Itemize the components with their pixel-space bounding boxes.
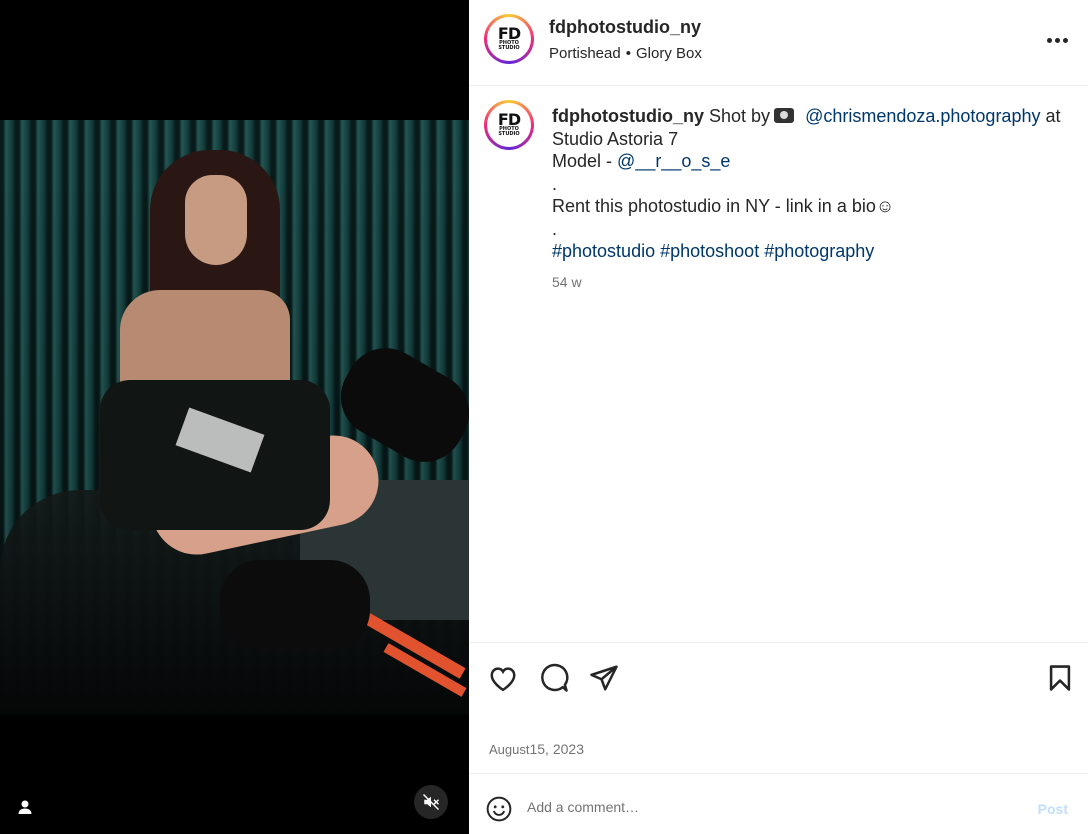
post-header: FD PHOTO STUDIO fdphotostudio_ny Portish… (469, 0, 1088, 86)
model-link[interactable]: @__r__o_s_e (617, 151, 730, 171)
post-media[interactable] (0, 0, 469, 834)
comment-icon[interactable] (537, 661, 571, 695)
comment-input[interactable] (527, 799, 1007, 815)
hashtag-link[interactable]: #photography (764, 241, 874, 261)
caption-location: Studio Astoria 7 (552, 128, 679, 149)
date-day-year: 15, 2023 (529, 741, 584, 757)
photographer-link[interactable]: @chrismendoza.photography (805, 106, 1040, 126)
caption-time-ago[interactable]: 54 w (552, 274, 582, 290)
more-icon[interactable] (1044, 28, 1070, 52)
avatar-logo-text: FD (497, 110, 521, 129)
action-bar: August15, 2023 (469, 642, 1088, 772)
post-button[interactable]: Post (1038, 801, 1068, 817)
comment-bar: Post (469, 773, 1088, 834)
caption-shot-by: Shot by (709, 106, 771, 126)
audio-attribution[interactable]: Portishead • Glory Box (549, 45, 702, 62)
username-link[interactable]: fdphotostudio_ny (549, 17, 701, 38)
avatar-logo-text: STUDIO (498, 45, 520, 51)
emoji-icon[interactable] (486, 796, 512, 822)
share-icon[interactable] (587, 661, 621, 695)
heart-icon[interactable] (486, 661, 520, 695)
caption-at: at (1045, 106, 1061, 126)
photo-boot (220, 560, 370, 650)
audio-artist[interactable]: Portishead (549, 45, 621, 62)
date-month: August (489, 742, 530, 757)
post-details-panel: FD PHOTO STUDIO fdphotostudio_ny Portish… (469, 0, 1088, 834)
avatar[interactable]: FD PHOTO STUDIO (484, 14, 534, 64)
avatar[interactable]: FD PHOTO STUDIO (484, 100, 534, 150)
caption-area: FD PHOTO STUDIO fdphotostudio_ny Shot by… (469, 86, 1088, 642)
audio-separator: • (625, 45, 631, 62)
caption-dot: . (552, 218, 558, 239)
hashtag-link[interactable]: #photoshoot (660, 241, 759, 261)
avatar-logo-text: FD (497, 24, 521, 43)
caption-dot: . (552, 173, 558, 194)
bookmark-icon[interactable] (1043, 661, 1077, 695)
caption-text: fdphotostudio_ny Shot by @chrismendoza.p… (552, 105, 1062, 263)
muted-audio-icon[interactable] (414, 785, 448, 819)
photo-face (185, 175, 247, 265)
caption-username[interactable]: fdphotostudio_ny (552, 106, 704, 126)
user-tag-icon[interactable] (14, 796, 36, 818)
post-photo (0, 120, 469, 715)
audio-track[interactable]: Glory Box (636, 45, 702, 62)
hashtag-link[interactable]: #photostudio (552, 241, 655, 261)
caption-rent-text: Rent this photostudio in NY - link in a … (552, 196, 895, 216)
avatar-logo-text: STUDIO (498, 131, 520, 137)
post-date: August15, 2023 (489, 741, 584, 757)
camera-icon (774, 108, 795, 123)
caption-model-label: Model - (552, 151, 613, 171)
